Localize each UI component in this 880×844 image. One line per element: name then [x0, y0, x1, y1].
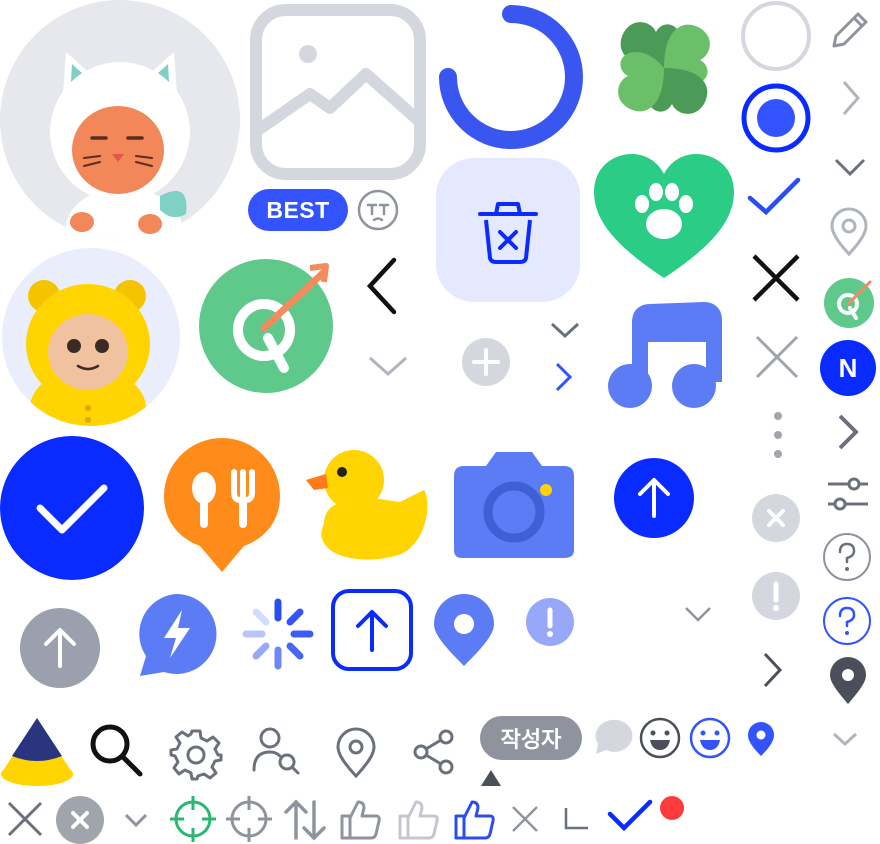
loading-ring-icon [436, 2, 586, 152]
chevron-right-icon[interactable] [760, 650, 786, 690]
exclamation-circle-icon [526, 598, 574, 646]
n-logo-icon: N [820, 340, 876, 396]
chevron-down-icon[interactable] [830, 728, 860, 750]
trash-icon [478, 202, 538, 264]
chevron-down-icon[interactable] [832, 152, 868, 182]
search-icon[interactable] [88, 722, 144, 778]
location-pin-icon[interactable] [432, 594, 496, 668]
emoji-smile-icon[interactable] [688, 716, 732, 760]
close-icon[interactable] [752, 332, 802, 382]
arrow-up-circle-icon[interactable] [20, 608, 100, 688]
triangle-up-icon [480, 768, 502, 788]
arrow-up-square-icon[interactable] [330, 588, 414, 672]
exclamation-circle-icon [752, 572, 800, 620]
chevron-down-icon[interactable] [548, 318, 582, 342]
heart-paw-icon [592, 152, 736, 282]
location-pin-icon[interactable] [828, 656, 868, 706]
crosshair-icon[interactable] [226, 796, 272, 842]
music-note-icon [608, 301, 722, 414]
restaurant-pin-icon [164, 438, 280, 574]
corner-icon [562, 806, 590, 832]
more-vertical-icon[interactable] [770, 410, 786, 460]
crosshair-icon[interactable] [170, 796, 216, 842]
clear-icon[interactable] [752, 494, 800, 542]
trash-button[interactable] [436, 158, 580, 302]
share-icon[interactable] [412, 728, 456, 776]
location-pin-outline-icon[interactable] [334, 727, 378, 780]
thumbs-up-icon[interactable] [396, 798, 440, 840]
chevron-right-icon[interactable] [836, 78, 866, 118]
clover-icon [606, 10, 722, 126]
close-icon[interactable] [510, 804, 540, 834]
cone-icon [0, 716, 74, 788]
chevron-down-icon[interactable] [682, 602, 714, 626]
dart-target-small-icon [824, 276, 876, 328]
location-pin-outline-icon[interactable] [828, 207, 870, 258]
close-icon[interactable] [6, 800, 44, 838]
chevron-left-icon[interactable] [360, 256, 404, 316]
bear-avatar [2, 248, 180, 426]
spinner-icon [240, 596, 316, 672]
checkmark-icon [746, 176, 802, 218]
pencil-icon[interactable] [828, 8, 872, 52]
help-circle-icon[interactable] [822, 532, 872, 582]
lightning-chat-icon[interactable] [134, 592, 218, 678]
sort-icon[interactable] [282, 798, 328, 842]
chevron-right-icon[interactable] [552, 360, 576, 394]
notification-dot-icon [660, 796, 684, 820]
plus-circle-icon[interactable] [462, 338, 510, 386]
emoji-crying-icon [356, 188, 400, 232]
clear-icon[interactable] [56, 796, 104, 844]
dart-target-icon [198, 258, 338, 394]
checkmark-icon [606, 798, 654, 832]
arrow-up-circle-icon[interactable] [614, 458, 694, 538]
chevron-down-icon[interactable] [122, 810, 150, 830]
chevron-right-icon[interactable] [834, 412, 864, 452]
best-badge: BEST [248, 189, 348, 231]
user-search-icon[interactable] [252, 726, 302, 776]
emoji-smile-icon[interactable] [638, 716, 682, 760]
duck-icon [304, 440, 432, 564]
thumbs-up-icon[interactable] [452, 798, 496, 840]
location-pin-icon[interactable] [746, 722, 776, 758]
gear-icon[interactable] [169, 728, 223, 781]
author-badge: 작성자 [480, 716, 582, 760]
chat-bubble-icon[interactable] [592, 718, 633, 756]
thumbs-up-icon[interactable] [338, 798, 382, 840]
camera-icon[interactable] [452, 450, 576, 560]
cat-avatar [0, 0, 240, 240]
sliders-icon[interactable] [826, 474, 870, 514]
radio-checked-icon[interactable] [740, 82, 812, 154]
check-circle-icon[interactable] [0, 436, 144, 580]
radio-unchecked-icon[interactable] [740, 0, 812, 72]
chevron-down-icon[interactable] [366, 352, 410, 380]
close-icon[interactable] [748, 250, 804, 306]
help-circle-icon[interactable] [822, 596, 872, 646]
image-placeholder-icon [248, 2, 428, 182]
